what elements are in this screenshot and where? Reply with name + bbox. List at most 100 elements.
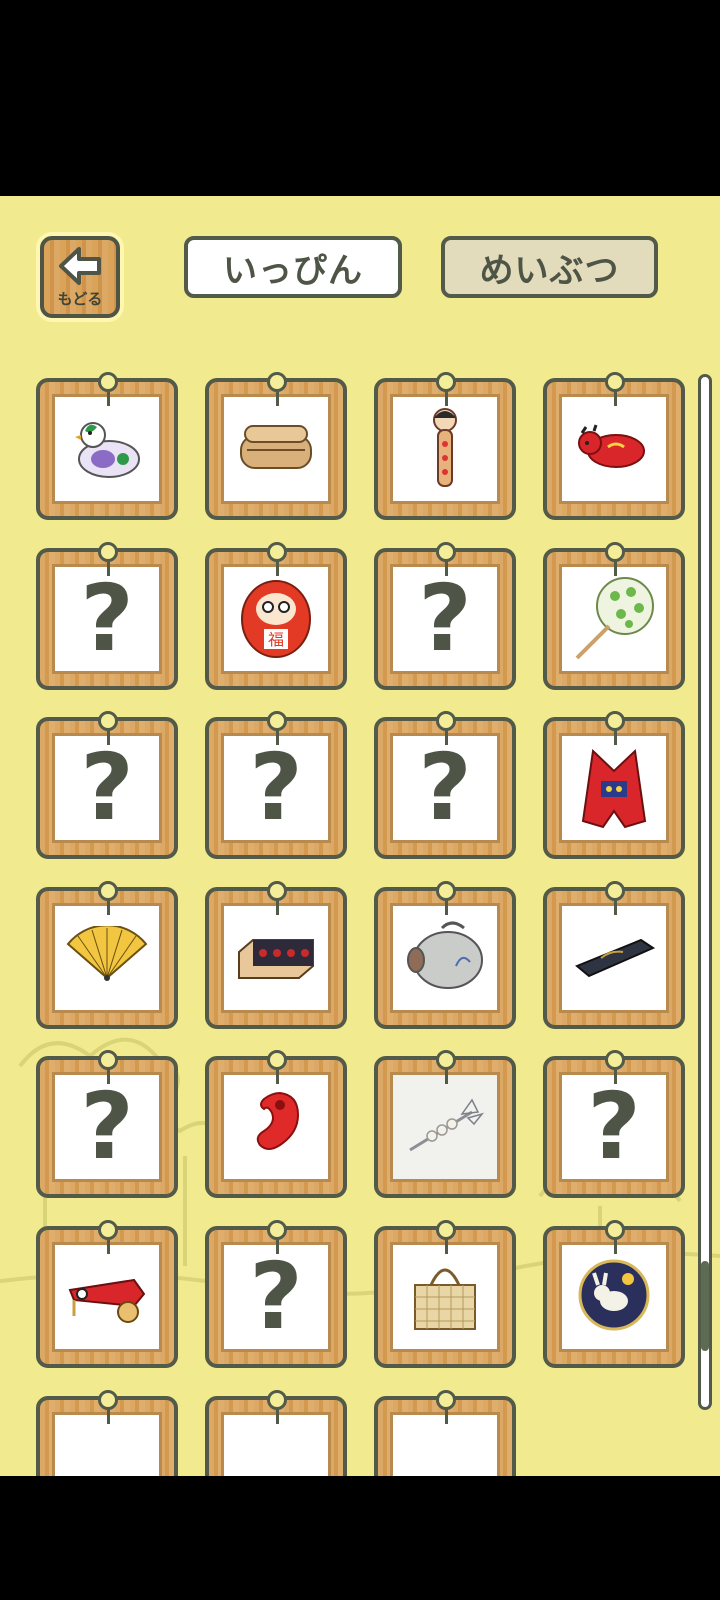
arrow-left-icon	[59, 246, 101, 285]
question-mark-icon: ?	[80, 1073, 134, 1180]
hanger-ring	[267, 1220, 287, 1240]
hanger-ring	[605, 542, 625, 562]
pig-incense-holder-icon	[402, 916, 488, 1000]
back-label: もどる	[57, 289, 103, 308]
question-mark-icon: ?	[80, 734, 134, 841]
hanger-ring	[267, 1390, 287, 1410]
lacquer-box-icon	[571, 926, 657, 990]
hanger-ring	[605, 1050, 625, 1070]
question-mark-icon: ?	[80, 565, 134, 672]
item-card-face	[559, 564, 669, 674]
hanger-ring	[98, 881, 118, 901]
item-card[interactable]	[36, 1390, 178, 1476]
item-card-face	[390, 903, 500, 1013]
tab-items[interactable]: いっぴん	[184, 236, 402, 298]
bamboo-basket-icon	[405, 1255, 485, 1339]
hanger-ring	[436, 881, 456, 901]
pigeon-whistle-icon	[67, 407, 147, 491]
item-card-face	[390, 1242, 500, 1352]
item-card-face	[390, 394, 500, 504]
item-card[interactable]	[374, 881, 516, 1029]
item-card[interactable]	[205, 1390, 347, 1476]
item-card-face: ?	[52, 1072, 162, 1182]
item-card-face	[221, 394, 331, 504]
hanger-ring	[436, 372, 456, 392]
item-card[interactable]	[543, 881, 685, 1029]
rabbit-plate-icon	[574, 1255, 654, 1339]
item-card[interactable]: ?	[543, 1050, 685, 1198]
item-card[interactable]: ?	[374, 711, 516, 859]
item-card[interactable]	[205, 372, 347, 520]
item-card-face	[390, 1072, 500, 1182]
item-card[interactable]	[543, 1220, 685, 1368]
item-card-face	[559, 903, 669, 1013]
item-card[interactable]	[205, 1050, 347, 1198]
hanger-ring	[98, 542, 118, 562]
uchiwa-fan-icon	[569, 572, 659, 666]
item-card[interactable]	[543, 372, 685, 520]
item-card-face	[559, 1242, 669, 1352]
collection-screen: もどる いっぴん めいぶつ ? 福???????	[0, 196, 720, 1476]
scrollbar-thumb[interactable]	[701, 1261, 709, 1351]
sweets-box-icon	[233, 926, 319, 990]
item-card[interactable]: 福	[205, 542, 347, 690]
item-card-face: 福	[221, 564, 331, 674]
item-card[interactable]: ?	[36, 711, 178, 859]
item-card[interactable]: ?	[205, 711, 347, 859]
item-card[interactable]: ?	[36, 1050, 178, 1198]
item-card-face: ?	[559, 1072, 669, 1182]
item-card-face	[221, 903, 331, 1013]
red-cow-toy-icon	[574, 417, 654, 481]
hanger-ring	[605, 711, 625, 731]
item-card[interactable]	[374, 372, 516, 520]
hanger-ring	[98, 372, 118, 392]
item-card-face	[52, 1242, 162, 1352]
item-card-face: ?	[52, 564, 162, 674]
item-card-face	[52, 394, 162, 504]
hanger-ring	[98, 1390, 118, 1410]
kokeshi-doll-icon	[425, 404, 465, 494]
item-card[interactable]	[374, 1050, 516, 1198]
status-bar-area	[0, 0, 720, 196]
hanger-ring	[267, 881, 287, 901]
item-card-face: ?	[390, 564, 500, 674]
daruma-icon: 福	[236, 573, 316, 665]
item-card[interactable]	[374, 1390, 516, 1476]
item-card[interactable]	[543, 711, 685, 859]
item-card[interactable]: ?	[36, 542, 178, 690]
tab-specialties[interactable]: めいぶつ	[441, 236, 658, 298]
hanger-ring	[436, 1390, 456, 1410]
item-card-face	[221, 1072, 331, 1182]
item-card-face: ?	[221, 733, 331, 843]
hanger-ring	[267, 711, 287, 731]
item-card-face	[559, 733, 669, 843]
item-card-face: ?	[52, 733, 162, 843]
svg-text:福: 福	[268, 630, 284, 649]
hanger-ring	[98, 711, 118, 731]
back-button[interactable]: もどる	[36, 232, 124, 322]
question-mark-icon: ?	[587, 1073, 641, 1180]
hanger-ring	[436, 711, 456, 731]
item-card[interactable]	[36, 881, 178, 1029]
item-card[interactable]	[36, 1220, 178, 1368]
hanger-ring	[267, 372, 287, 392]
scrollbar[interactable]	[698, 374, 712, 1410]
pearl-hairpin-icon	[402, 1090, 488, 1164]
navigation-bar-area	[0, 1476, 720, 1600]
red-vest-icon	[579, 741, 649, 835]
hanger-ring	[605, 372, 625, 392]
item-card[interactable]	[543, 542, 685, 690]
item-card[interactable]	[205, 881, 347, 1029]
bento-box-icon	[233, 412, 319, 486]
hanger-ring	[605, 881, 625, 901]
item-card[interactable]	[36, 372, 178, 520]
hanger-ring	[436, 1050, 456, 1070]
item-card-face: ?	[390, 733, 500, 843]
item-card[interactable]: ?	[374, 542, 516, 690]
item-card[interactable]	[374, 1220, 516, 1368]
hanger-ring	[605, 1220, 625, 1240]
hanger-ring	[267, 542, 287, 562]
question-mark-icon: ?	[418, 734, 472, 841]
hanger-ring	[98, 1050, 118, 1070]
item-card[interactable]: ?	[205, 1220, 347, 1368]
